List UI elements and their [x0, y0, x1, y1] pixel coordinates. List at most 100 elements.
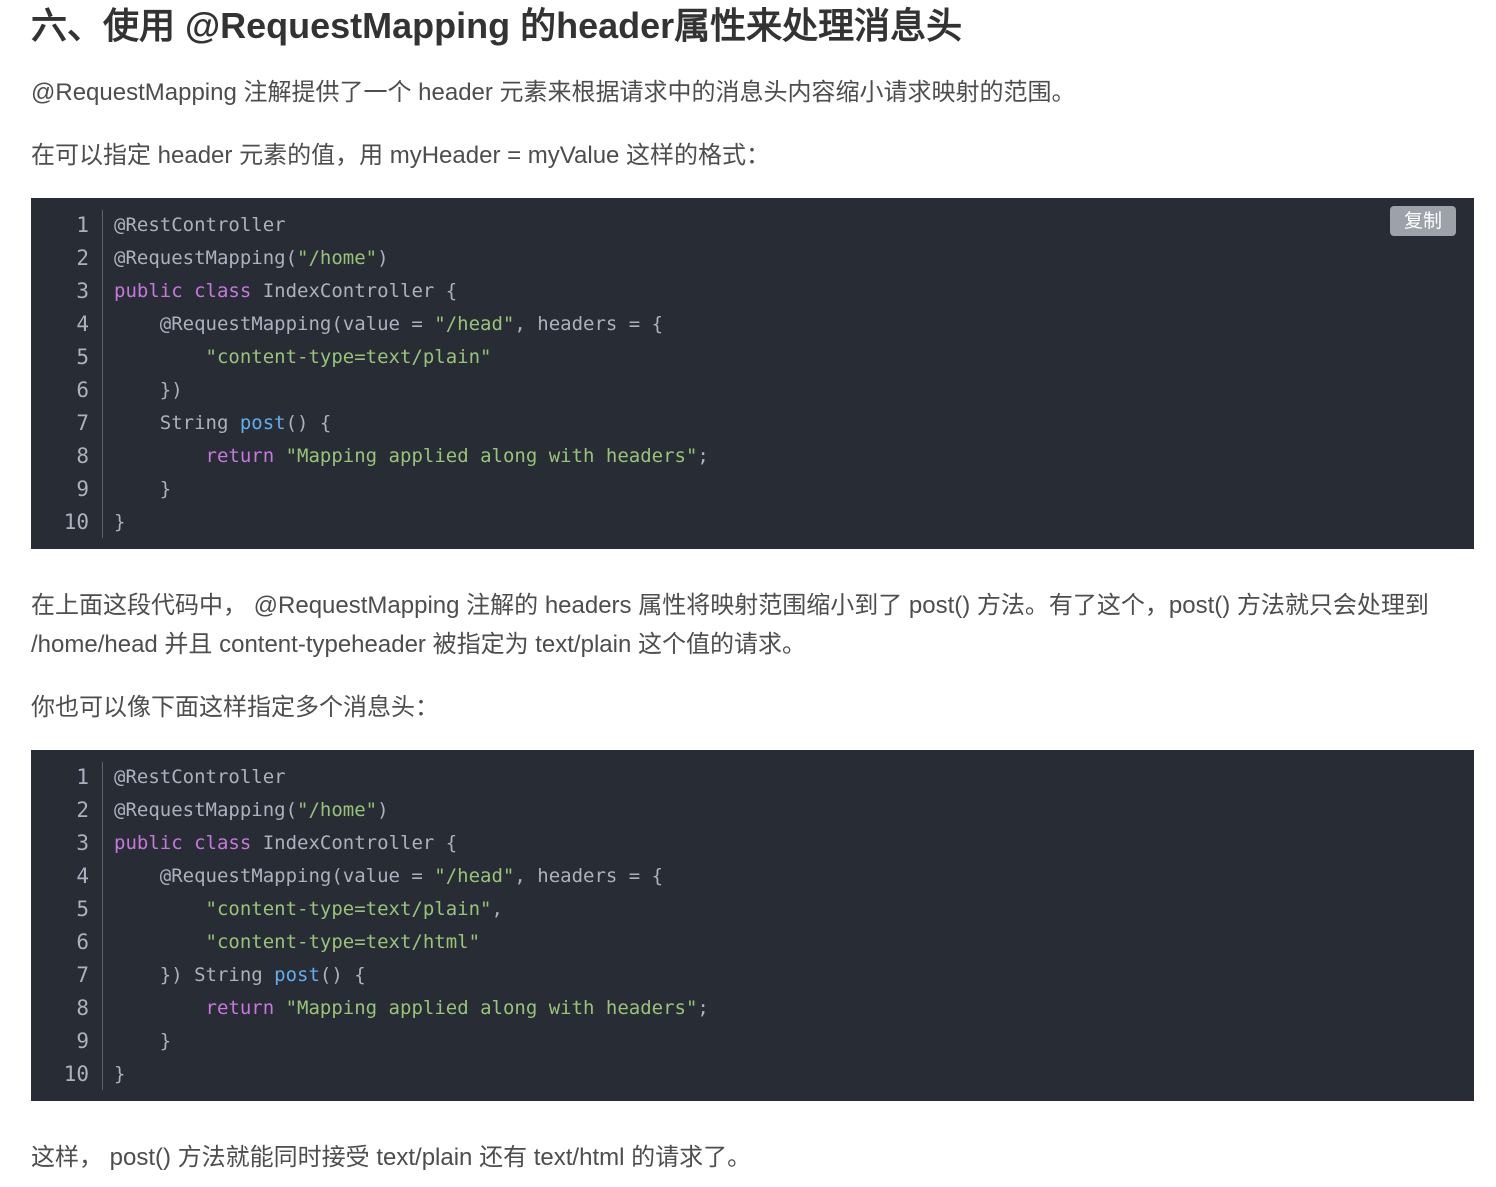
code-lines: 1 @RestController 2 @RequestMapping("/home"… [31, 761, 1474, 1091]
code-text: } [114, 473, 171, 506]
code-text: }) String post() { [114, 959, 366, 992]
code-token: class [194, 832, 252, 854]
line-number: 3 [76, 831, 89, 855]
code-text: public class IndexController { [114, 275, 457, 308]
code-line: 10} [31, 506, 1474, 539]
format-paragraph: 在可以指定 header 元素的值，用 myHeader = myValue 这… [31, 142, 771, 169]
code-token: @RequestMapping( [114, 247, 298, 269]
code-token: () { [319, 964, 366, 986]
code-line: 5 "content-type=text/plain", [31, 893, 1474, 926]
code-token: } [114, 511, 126, 533]
code-token: } [114, 1063, 126, 1085]
code-lines: 1 @RestController 2 @RequestMapping("/home"… [31, 209, 1474, 539]
line-number: 2 [76, 798, 89, 822]
explanation-paragraph: 在上面这段代码中， @RequestMapping 注解的 headers 属性… [31, 592, 1429, 658]
code-token: public [114, 280, 183, 302]
code-text: @RestController [114, 761, 286, 794]
line-number: 5 [76, 345, 89, 369]
code-line: 4 @RequestMapping(value = "/head", heade… [31, 308, 1474, 341]
line-number: 8 [76, 444, 89, 468]
code-line: 1 @RestController [31, 209, 1474, 242]
code-line: 3 public class IndexController { [31, 275, 1474, 308]
code-line: 2 @RequestMapping("/home") [31, 242, 1474, 275]
code-token: "content-type=text/plain" [205, 346, 492, 368]
line-number: 10 [63, 510, 89, 534]
line-number: 4 [76, 312, 89, 336]
line-number: 9 [76, 1029, 89, 1053]
code-line: 6 "content-type=text/html" [31, 926, 1474, 959]
code-line: 8 return "Mapping applied along with hea… [31, 992, 1474, 1025]
code-token: }) [114, 379, 183, 401]
code-line: 7 }) String post() { [31, 959, 1474, 992]
code-text: "content-type=text/html" [114, 926, 481, 959]
code-token: "/head" [434, 865, 515, 887]
code-token: } [114, 1030, 172, 1052]
code-line: 2 @RequestMapping("/home") [31, 794, 1474, 827]
intro-paragraph: @RequestMapping 注解提供了一个 header 元素来根据请求中的… [31, 79, 1076, 106]
code-token: "Mapping applied along with headers" [285, 445, 698, 467]
code-token: , [491, 898, 503, 920]
code-token: "Mapping applied along with headers" [285, 997, 698, 1019]
line-number: 1 [76, 213, 89, 237]
code-text: "content-type=text/plain", [114, 893, 503, 926]
code-text: @RestController [114, 209, 286, 242]
code-token: () { [285, 412, 332, 434]
code-line: 3 public class IndexController { [31, 827, 1474, 860]
code-line: 1 @RestController [31, 761, 1474, 794]
code-block-1: 复制 1 @RestController 2 @RequestMapping("/ho… [31, 198, 1474, 549]
code-line: 4 @RequestMapping(value = "/head", heade… [31, 860, 1474, 893]
code-token: ) [377, 247, 389, 269]
code-line: 7 String post() { [31, 407, 1474, 440]
code-token: post [274, 964, 320, 986]
code-text: @RequestMapping(value = "/head", headers… [114, 308, 663, 341]
code-token: return [205, 445, 275, 467]
code-token: post [239, 412, 286, 434]
line-number: 9 [76, 477, 89, 501]
line-number: 7 [76, 963, 89, 987]
multiple-headers-paragraph: 你也可以像下面这样指定多个消息头： [31, 694, 439, 721]
code-token: "/home" [297, 247, 378, 269]
code-token: @RequestMapping( [114, 799, 298, 821]
code-token: IndexController { [251, 832, 458, 854]
line-number: 6 [76, 930, 89, 954]
code-token: @RequestMapping(value = [114, 313, 435, 335]
code-token: public [114, 832, 183, 854]
code-token: IndexController { [251, 280, 458, 302]
code-text: } [114, 506, 125, 539]
code-token: class [194, 280, 252, 302]
code-token: ; [697, 997, 709, 1019]
code-text: @RequestMapping("/home") [114, 794, 389, 827]
code-text: return "Mapping applied along with heade… [114, 440, 709, 473]
code-text: @RequestMapping(value = "/head", headers… [114, 860, 663, 893]
code-line: 8 return "Mapping applied along with hea… [31, 440, 1474, 473]
line-number: 3 [76, 279, 89, 303]
code-line: 9 } [31, 473, 1474, 506]
code-text: "content-type=text/plain" [114, 341, 492, 374]
section-heading: 六、使用 @RequestMapping 的header属性来处理消息头 [31, 5, 963, 46]
code-token: ) [377, 799, 389, 821]
code-token: "content-type=text/html" [205, 931, 481, 953]
line-number: 5 [76, 897, 89, 921]
code-token: , headers = { [514, 313, 664, 335]
code-text: public class IndexController { [114, 827, 457, 860]
code-line: 10} [31, 1058, 1474, 1091]
line-number: 8 [76, 996, 89, 1020]
line-number: 2 [76, 246, 89, 270]
code-token: "/home" [297, 799, 378, 821]
code-text: } [114, 1025, 171, 1058]
line-number: 10 [63, 1062, 89, 1086]
code-block-2: 1 @RestController 2 @RequestMapping("/home"… [31, 750, 1474, 1101]
code-token: "/head" [434, 313, 515, 335]
code-token: } [114, 478, 172, 500]
line-number: 1 [76, 765, 89, 789]
line-number: 4 [76, 864, 89, 888]
code-token: , headers = { [514, 865, 664, 887]
code-line: 5 "content-type=text/plain" [31, 341, 1474, 374]
code-token: @RestController [114, 766, 286, 788]
